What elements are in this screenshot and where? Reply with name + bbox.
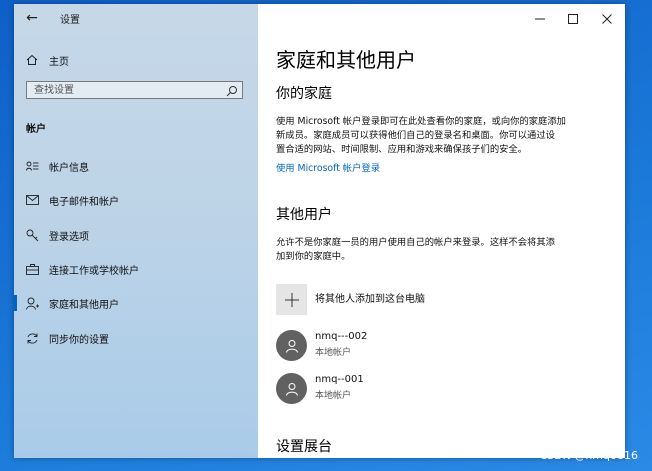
kiosk-heading: 设置展台: [276, 439, 332, 455]
user-account-type: 本地帐户: [315, 391, 352, 401]
user-item-nmq-001[interactable]: nmq--001 本地帐户: [276, 373, 576, 405]
user-name: nmq---002: [315, 331, 368, 342]
text-line: 新成员。家庭成员可以获得他们自己的登录名和桌面。你可以通过设: [276, 130, 555, 141]
home-icon: [24, 52, 40, 68]
person-icon: [24, 295, 40, 311]
sidebar-item-email[interactable]: 电子邮件和帐户: [14, 188, 258, 212]
sidebar-item-sign-in-options[interactable]: 登录选项: [14, 223, 258, 247]
add-other-user-button[interactable]: 将其他人添加到这台电脑: [276, 284, 576, 316]
family-description: 使用 Microsoft 帐户登录即可在此处查看你的家庭，或向你的家庭添加 新成…: [276, 115, 611, 157]
sidebar-item-label: 家庭和其他用户: [49, 300, 119, 311]
page-title: 家庭和其他用户: [276, 48, 416, 72]
settings-window: ← 设置 主页 帐户 帐户信息 电子邮件和: [14, 4, 625, 458]
sidebar-item-label: 连接工作或学校帐户: [49, 266, 139, 277]
user-avatar-icon: [276, 373, 307, 404]
text-line: 加到你的家庭中。: [276, 251, 351, 262]
sidebar-item-home[interactable]: 主页: [14, 48, 258, 72]
back-button[interactable]: ←: [22, 8, 42, 28]
text-line: 使用 Microsoft 帐户登录即可在此处查看你的家庭，或向你的家庭添加: [276, 116, 566, 127]
maximize-button[interactable]: [556, 4, 590, 32]
sidebar-item-account-info[interactable]: 帐户信息: [14, 154, 258, 178]
account-info-icon: [24, 158, 40, 174]
key-icon: [24, 227, 40, 243]
user-avatar-icon: [276, 330, 307, 361]
other-users-heading: 其他用户: [276, 207, 332, 223]
mail-icon: [24, 192, 40, 208]
search-box: [26, 81, 243, 99]
close-button[interactable]: [590, 4, 624, 32]
search-input[interactable]: [27, 82, 224, 98]
user-item-nmq-002[interactable]: nmq---002 本地帐户: [276, 330, 576, 362]
sidebar-section-title: 帐户: [26, 124, 46, 135]
plus-icon: [276, 284, 307, 315]
user-name: nmq--001: [315, 374, 364, 385]
sidebar-item-sync[interactable]: 同步你的设置: [14, 326, 258, 350]
other-users-description: 允许不是你家庭一员的用户使用自己的帐户来登录。这样不会将其添 加到你的家庭中。: [276, 236, 611, 264]
search-icon[interactable]: [225, 83, 239, 97]
briefcase-icon: [24, 261, 40, 277]
sidebar-item-label: 登录选项: [49, 232, 89, 243]
app-title: 设置: [60, 15, 80, 26]
titlebar-left: ← 设置: [14, 4, 258, 32]
sidebar-item-label: 帐户信息: [49, 163, 89, 174]
minimize-button[interactable]: [523, 4, 557, 32]
microsoft-sign-in-link[interactable]: 使用 Microsoft 帐户登录: [276, 160, 380, 174]
home-label: 主页: [49, 57, 69, 68]
add-user-label: 将其他人添加到这台电脑: [315, 294, 425, 305]
watermark: CSDN @nmq0816: [539, 449, 638, 462]
text-line: 允许不是你家庭一员的用户使用自己的帐户来登录。这样不会将其添: [276, 237, 555, 248]
sidebar-item-label: 同步你的设置: [49, 335, 109, 346]
sidebar-item-label: 电子邮件和帐户: [49, 197, 119, 208]
family-heading: 你的家庭: [276, 86, 332, 102]
selection-indicator: [14, 295, 17, 311]
sidebar-item-work-school[interactable]: 连接工作或学校帐户: [14, 257, 258, 281]
user-account-type: 本地帐户: [315, 348, 352, 358]
content-pane: 家庭和其他用户 你的家庭 使用 Microsoft 帐户登录即可在此处查看你的家…: [258, 4, 625, 458]
sync-icon: [24, 330, 40, 346]
back-arrow-icon: ←: [26, 10, 38, 26]
minimize-icon: [535, 9, 545, 28]
sidebar-item-family-users[interactable]: 家庭和其他用户: [14, 291, 258, 315]
text-line: 置合适的网站、时间限制、应用和游戏来确保孩子们的安全。: [276, 144, 528, 155]
sidebar: ← 设置 主页 帐户 帐户信息 电子邮件和: [14, 4, 258, 458]
maximize-icon: [568, 9, 578, 28]
close-icon: [602, 9, 612, 28]
